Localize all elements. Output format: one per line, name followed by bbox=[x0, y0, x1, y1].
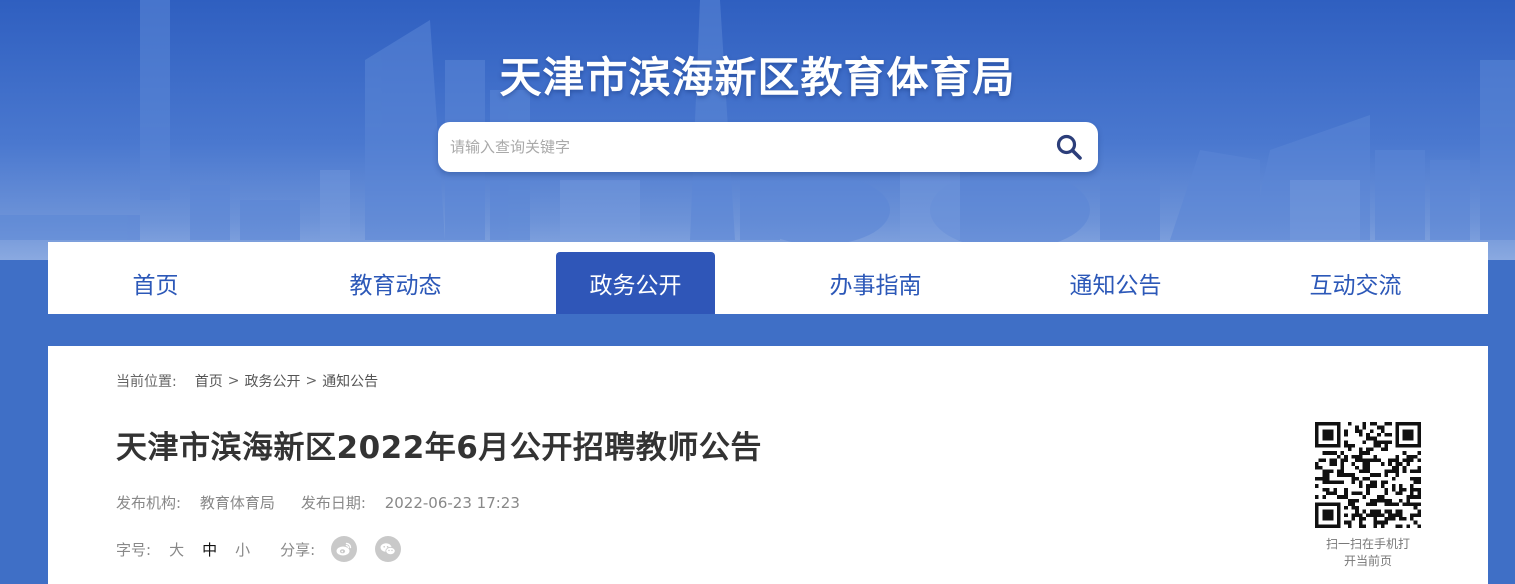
article-meta: 发布机构: 教育体育局 发布日期: 2022-06-23 17:23 bbox=[116, 492, 546, 513]
nav-item-service-guide[interactable]: 办事指南 bbox=[796, 252, 955, 314]
search-input[interactable] bbox=[450, 132, 1040, 162]
publish-date-label: 发布日期: bbox=[300, 494, 366, 512]
qr-code-block: 扫一扫在手机打 开当前页 bbox=[1314, 422, 1422, 570]
nav-item-government-affairs[interactable]: 政务公开 bbox=[556, 252, 715, 314]
nav-item-home[interactable]: 首页 bbox=[76, 252, 235, 314]
breadcrumb-notices[interactable]: 通知公告 bbox=[322, 371, 378, 391]
nav-item-education-news[interactable]: 教育动态 bbox=[316, 252, 475, 314]
font-size-small[interactable]: 小 bbox=[235, 539, 250, 560]
search-button[interactable] bbox=[1052, 130, 1086, 164]
nav-item-notices[interactable]: 通知公告 bbox=[1036, 252, 1195, 314]
breadcrumb-separator: > bbox=[305, 373, 318, 389]
main-nav: 首页 教育动态 政务公开 办事指南 通知公告 互动交流 bbox=[48, 242, 1488, 314]
nav-item-interaction[interactable]: 互动交流 bbox=[1276, 252, 1435, 314]
article-panel: 当前位置: 首页 > 政务公开 > 通知公告 天津市滨海新区2022年6月公开招… bbox=[48, 346, 1488, 584]
article-title: 天津市滨海新区2022年6月公开招聘教师公告 bbox=[116, 430, 762, 466]
site-title: 天津市滨海新区教育体育局 bbox=[499, 53, 1016, 102]
search-icon bbox=[1056, 134, 1082, 160]
qr-code bbox=[1315, 422, 1421, 528]
breadcrumb: 当前位置: 首页 > 政务公开 > 通知公告 bbox=[116, 371, 378, 391]
qr-caption: 扫一扫在手机打 开当前页 bbox=[1314, 536, 1422, 570]
font-size-medium[interactable]: 中 bbox=[202, 539, 217, 560]
font-size-label: 字号: bbox=[116, 540, 152, 559]
publisher-label: 发布机构: bbox=[116, 494, 182, 512]
breadcrumb-label: 当前位置: bbox=[116, 374, 177, 390]
breadcrumb-separator: > bbox=[227, 373, 240, 389]
breadcrumb-home[interactable]: 首页 bbox=[195, 371, 223, 391]
wechat-icon[interactable] bbox=[375, 536, 402, 562]
article-tools: 字号: 大 中 小 分享: bbox=[116, 536, 419, 562]
search-bar bbox=[438, 122, 1098, 172]
header-banner: 天津市滨海新区教育体育局 bbox=[0, 0, 1515, 260]
qr-caption-line2: 开当前页 bbox=[1343, 554, 1392, 568]
publisher-value: 教育体育局 bbox=[199, 494, 275, 512]
share-label: 分享: bbox=[280, 540, 316, 559]
publish-date-value: 2022-06-23 17:23 bbox=[384, 494, 520, 512]
weibo-icon[interactable] bbox=[331, 536, 358, 562]
breadcrumb-government-affairs[interactable]: 政务公开 bbox=[244, 371, 300, 391]
qr-caption-line1: 扫一扫在手机打 bbox=[1325, 537, 1410, 551]
font-size-large[interactable]: 大 bbox=[169, 539, 184, 560]
